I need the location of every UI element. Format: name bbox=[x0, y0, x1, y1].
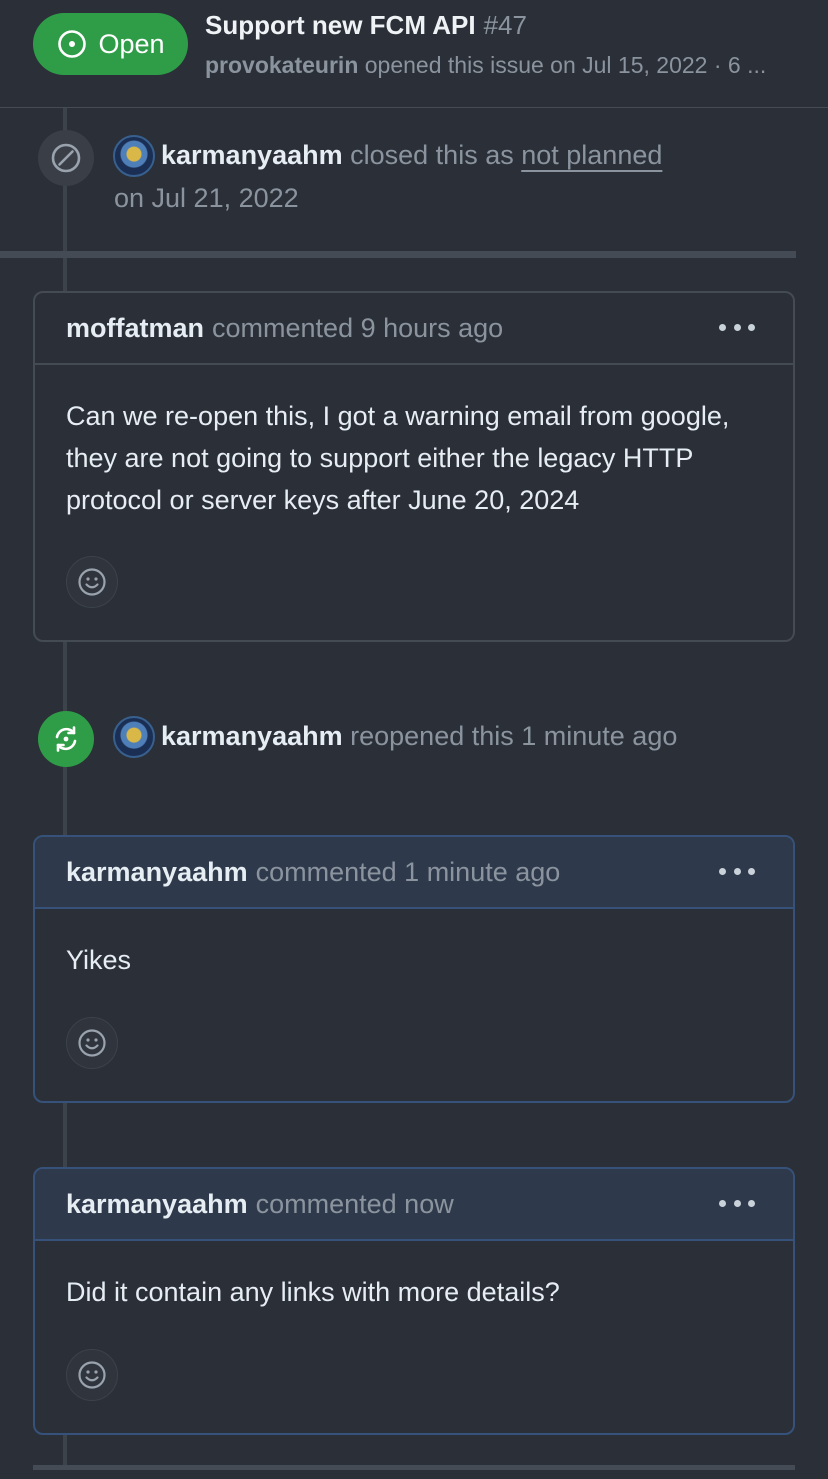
timeline-line bbox=[63, 1434, 67, 1466]
comment-card: karmanyaahm commented 1 minute ago Yikes bbox=[33, 835, 795, 1103]
comment-meta: commented 9 hours ago bbox=[212, 312, 504, 343]
comment-author-link[interactable]: karmanyaahm bbox=[66, 1189, 248, 1220]
smiley-icon bbox=[78, 568, 106, 596]
comment-header: karmanyaahm commented now bbox=[35, 1169, 793, 1241]
avatar[interactable] bbox=[113, 135, 155, 177]
kebab-horizontal-icon[interactable] bbox=[719, 317, 755, 337]
add-reaction-button[interactable] bbox=[66, 556, 118, 608]
event-actor-link[interactable]: karmanyaahm bbox=[161, 721, 343, 751]
reopened-event-text: karmanyaahm reopened this 1 minute ago bbox=[161, 715, 677, 757]
reopened-event-icon-wrap bbox=[38, 711, 94, 767]
kebab-horizontal-icon[interactable] bbox=[719, 1193, 755, 1213]
comment-meta: commented 1 minute ago bbox=[255, 856, 561, 887]
sync-icon bbox=[55, 726, 77, 752]
comment-body: Yikes bbox=[66, 945, 132, 975]
closed-event-label: closed this as bbox=[350, 140, 514, 170]
comment-meta: commented now bbox=[255, 1188, 454, 1219]
timeline-separator bbox=[0, 251, 796, 258]
skip-circle-icon bbox=[51, 143, 81, 173]
issue-page: Open Support new FCM API #47 provokateuri… bbox=[0, 0, 828, 1479]
timeline-separator bbox=[33, 1465, 795, 1470]
reopened-event-label: reopened this 1 minute ago bbox=[350, 721, 678, 751]
issue-meta: provokateurin opened this issue on Jul 1… bbox=[205, 52, 815, 79]
comment-header: karmanyaahm commented 1 minute ago bbox=[35, 837, 793, 909]
status-label: Open bbox=[98, 28, 165, 59]
issue-title-text: Support new FCM API bbox=[205, 10, 476, 40]
smiley-icon bbox=[78, 1361, 106, 1389]
comment-header: moffatman commented 9 hours ago bbox=[35, 293, 793, 365]
issue-number: #47 bbox=[483, 10, 527, 40]
issue-header: Open Support new FCM API #47 provokateuri… bbox=[0, 0, 828, 108]
event-actor-link[interactable]: karmanyaahm bbox=[161, 140, 343, 170]
comment-card: karmanyaahm commented now Did it contain… bbox=[33, 1167, 795, 1435]
comment-body: Did it contain any links with more detai… bbox=[66, 1277, 560, 1307]
issue-open-icon bbox=[58, 30, 87, 58]
closed-event-text: karmanyaahm closed this as not planned bbox=[161, 134, 662, 176]
issue-author-link[interactable]: provokateurin bbox=[205, 52, 358, 78]
timeline-line bbox=[63, 1102, 67, 1170]
status-badge: Open bbox=[33, 13, 188, 75]
smiley-icon bbox=[78, 1029, 106, 1057]
add-reaction-button[interactable] bbox=[66, 1017, 118, 1069]
kebab-horizontal-icon[interactable] bbox=[719, 861, 755, 881]
close-reason-link[interactable]: not planned bbox=[521, 140, 662, 170]
comment-card: moffatman commented 9 hours ago Can we r… bbox=[33, 291, 795, 642]
issue-meta-text: opened this issue on Jul 15, 2022 · 6 ..… bbox=[364, 52, 767, 78]
add-reaction-button[interactable] bbox=[66, 1349, 118, 1401]
avatar[interactable] bbox=[113, 716, 155, 758]
page-title: Support new FCM API #47 bbox=[205, 10, 527, 41]
comment-author-link[interactable]: moffatman bbox=[66, 313, 204, 344]
comment-body: Can we re-open this, I got a warning ema… bbox=[66, 401, 730, 515]
comment-author-link[interactable]: karmanyaahm bbox=[66, 857, 248, 888]
closed-event-date: on Jul 21, 2022 bbox=[114, 183, 299, 213]
closed-event-icon-wrap bbox=[38, 130, 94, 186]
